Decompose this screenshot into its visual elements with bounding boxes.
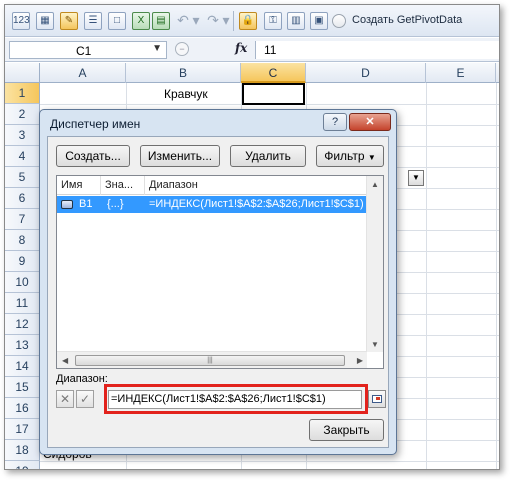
row-header-12[interactable]: 12	[5, 314, 40, 335]
scroll-left-icon[interactable]: ◀	[62, 356, 68, 365]
row-header-8[interactable]: 8	[5, 230, 40, 251]
sheet-icon[interactable]: ▤	[152, 12, 170, 30]
validation-dropdown-icon[interactable]: ▼	[408, 170, 424, 186]
row-header-7[interactable]: 7	[5, 209, 40, 230]
row-header-15[interactable]: 15	[5, 377, 40, 398]
excel-file-icon[interactable]: X	[132, 12, 150, 30]
column-header-e[interactable]: E	[426, 63, 496, 83]
name-box[interactable]: C1 ▼	[9, 41, 167, 59]
grid-line	[426, 83, 427, 469]
list-item-range: =ИНДЕКС(Лист1!$A$2:$A$26;Лист1!$C$1)	[149, 198, 364, 210]
column-headers: A B C D E	[5, 63, 499, 83]
column-header-d[interactable]: D	[306, 63, 426, 83]
help-button[interactable]: ?	[323, 113, 347, 131]
insert-function-icon[interactable]: fx	[235, 41, 247, 55]
scroll-thumb[interactable]: |||	[75, 355, 345, 366]
formula-value: 11	[264, 43, 277, 57]
format-painter-icon[interactable]: ☰	[84, 12, 102, 30]
horizontal-scrollbar[interactable]: ◀ ||| ▶	[57, 351, 367, 368]
name-box-value: C1	[76, 44, 92, 58]
row-header-11[interactable]: 11	[5, 293, 40, 314]
dialog-body: Создать... Изменить... Удалить Фильтр ▼ …	[47, 136, 389, 448]
scroll-right-icon[interactable]: ▶	[357, 356, 363, 365]
list-header: Имя Зна... Диапазон	[57, 176, 383, 195]
undo-dropdown-icon[interactable]: ▾	[187, 12, 205, 30]
dialog-title: Диспетчер имен	[50, 117, 141, 131]
quick-access-toolbar: 123 ▦ ✎ ☰ □ X ▤ ↶ ▾ ↷ ▾ 🔒 ⚿ ▥ ▣ Создать …	[5, 5, 499, 37]
grid-line	[40, 461, 499, 462]
row-header-10[interactable]: 10	[5, 272, 40, 293]
toolbar-separator	[233, 11, 234, 31]
formula-bar-resize-icon[interactable]: −	[175, 42, 189, 56]
range-label: Диапазон:	[56, 373, 108, 385]
protect-workbook-icon[interactable]: ▥	[287, 12, 305, 30]
grid-line	[496, 83, 497, 469]
column-header-range[interactable]: Диапазон	[145, 176, 367, 195]
select-all-corner[interactable]	[5, 63, 40, 83]
format-cells-icon[interactable]: ▦	[36, 12, 54, 30]
formula-input[interactable]: 11	[255, 41, 499, 59]
column-header-value[interactable]: Зна...	[101, 176, 145, 195]
chevron-down-icon[interactable]: ▼	[152, 43, 162, 54]
column-header-a[interactable]: A	[40, 63, 126, 83]
chevron-down-icon: ▼	[367, 153, 376, 162]
close-button[interactable]: Закрыть	[309, 419, 384, 441]
collapse-marker	[376, 397, 380, 400]
cancel-edit-icon[interactable]: ✕	[56, 390, 74, 408]
vertical-scrollbar[interactable]: ▲ ▼	[366, 176, 383, 352]
column-header-name[interactable]: Имя	[57, 176, 101, 195]
column-header-c[interactable]: C	[241, 63, 306, 83]
active-cell-c1[interactable]	[242, 83, 305, 105]
list-item-name: B1	[79, 198, 93, 210]
protect-sheet-icon[interactable]: ⚿	[264, 12, 282, 30]
row-header-6[interactable]: 6	[5, 188, 40, 209]
list-item[interactable]: B1 {...} =ИНДЕКС(Лист1!$A$2:$A$26;Лист1!…	[57, 196, 375, 213]
radio-toggle-icon[interactable]	[332, 14, 346, 28]
filter-button[interactable]: Фильтр ▼	[316, 145, 384, 167]
track-changes-icon[interactable]: ▣	[310, 12, 328, 30]
create-button[interactable]: Создать...	[56, 145, 130, 167]
names-list[interactable]: Имя Зна... Диапазон B1 {...} =ИНДЕКС(Лис…	[56, 175, 384, 369]
row-header-16[interactable]: 16	[5, 398, 40, 419]
paint-icon[interactable]: ✎	[60, 12, 78, 30]
scroll-up-icon[interactable]: ▲	[371, 180, 379, 189]
row-header-19[interactable]: 19	[5, 461, 40, 469]
row-header-1[interactable]: 1	[5, 83, 40, 104]
scroll-down-icon[interactable]: ▼	[371, 340, 379, 349]
close-icon[interactable]: ✕	[349, 113, 391, 131]
formula-bar: C1 ▼ − fx 11	[5, 38, 499, 62]
row-header-18[interactable]: 18	[5, 440, 40, 461]
row-header-13[interactable]: 13	[5, 335, 40, 356]
confirm-edit-icon[interactable]: ✓	[76, 390, 94, 408]
row-header-4[interactable]: 4	[5, 146, 40, 167]
edit-button[interactable]: Изменить...	[140, 145, 220, 167]
column-header-b[interactable]: B	[126, 63, 241, 83]
calculator-icon[interactable]: 123	[12, 12, 30, 30]
row-header-17[interactable]: 17	[5, 419, 40, 440]
list-item-value: {...}	[107, 198, 124, 210]
new-document-icon[interactable]: □	[108, 12, 126, 30]
excel-window: 123 ▦ ✎ ☰ □ X ▤ ↶ ▾ ↷ ▾ 🔒 ⚿ ▥ ▣ Создать …	[4, 4, 500, 470]
filter-button-label: Фильтр	[324, 149, 365, 163]
delete-button[interactable]: Удалить	[230, 145, 306, 167]
cell-b1[interactable]: Кравчук	[164, 87, 208, 101]
named-range-icon	[61, 200, 73, 209]
row-header-14[interactable]: 14	[5, 356, 40, 377]
collapse-dialog-icon[interactable]	[368, 390, 386, 408]
create-getpivotdata-button[interactable]: Создать GetPivotData	[352, 14, 462, 26]
name-manager-dialog: Диспетчер имен ? ✕ Создать... Изменить..…	[39, 109, 397, 455]
row-header-9[interactable]: 9	[5, 251, 40, 272]
range-highlight-frame	[104, 384, 368, 414]
lock-icon[interactable]: 🔒	[239, 12, 257, 30]
row-header-2[interactable]: 2	[5, 104, 40, 125]
row-header-5[interactable]: 5	[5, 167, 40, 188]
row-header-3[interactable]: 3	[5, 125, 40, 146]
